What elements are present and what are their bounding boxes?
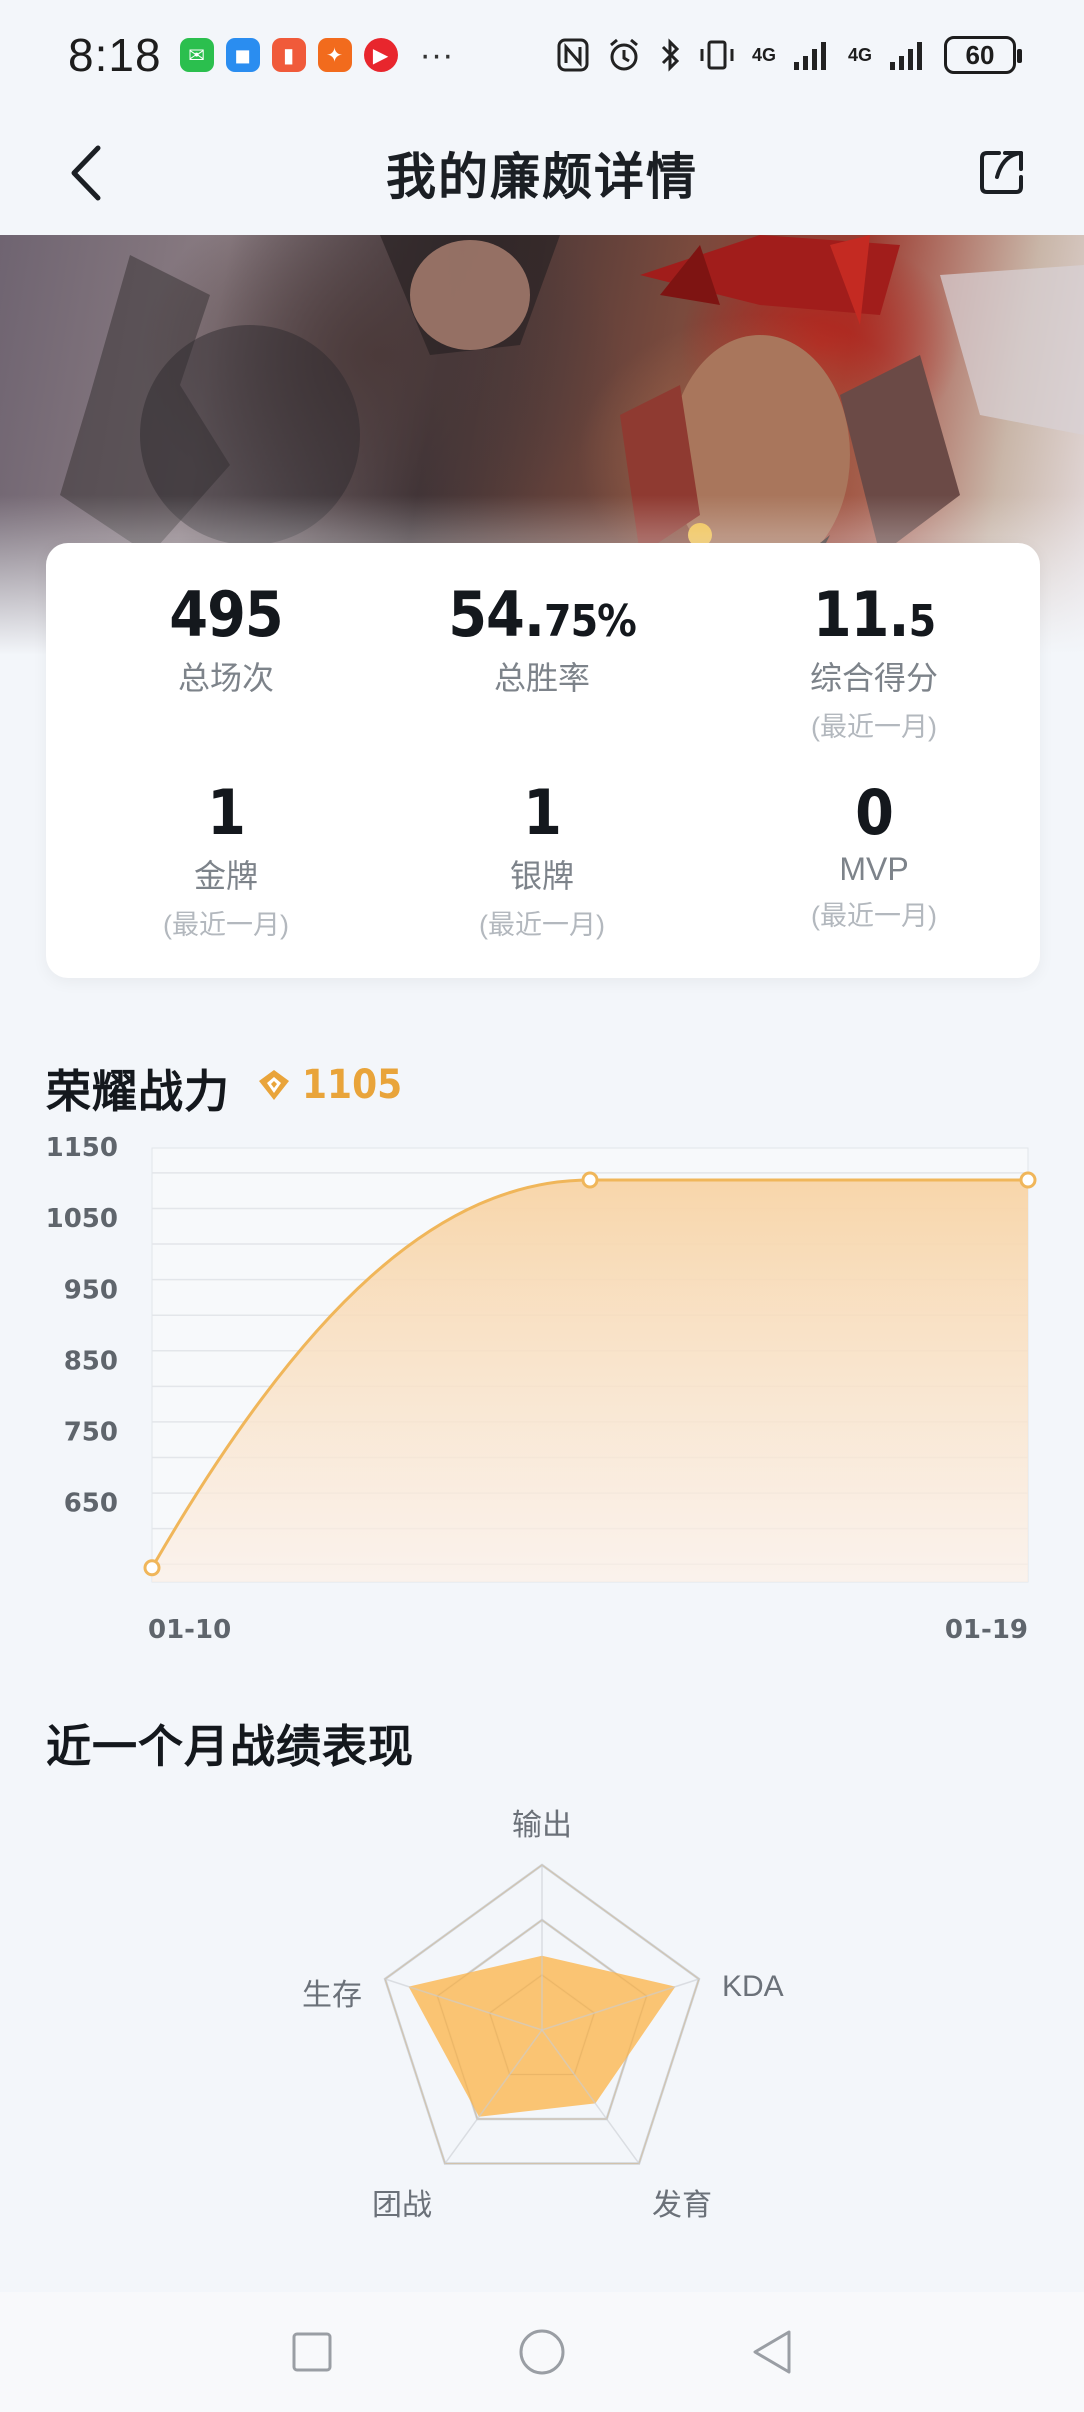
vibrate-icon: [700, 40, 734, 70]
video-app-icon: ▶: [363, 38, 398, 72]
radar-label-survival: 生存: [302, 1979, 362, 2012]
stat-label: 综合得分: [809, 660, 938, 696]
alarm-icon: [610, 38, 638, 71]
chart-data-point: [581, 1171, 599, 1189]
stat-label: MVP: [839, 851, 909, 887]
chart-x-axis: 01-10 01-19: [148, 1615, 1028, 1645]
stat-period: (最近一月): [163, 910, 289, 940]
app-notification-icon: ▮: [271, 38, 306, 72]
stat-value: 1: [523, 776, 562, 849]
chart-y-tick-label: 1150: [46, 1133, 118, 1163]
stat-gold-medal: 1 金牌 (最近一月): [76, 776, 376, 942]
share-icon: [980, 151, 1023, 194]
chevron-left-icon: [71, 145, 101, 201]
stat-value: 54.75%: [448, 578, 637, 651]
message-icon: ◼: [225, 38, 260, 72]
radar-label-development: 发育: [652, 2189, 712, 2222]
chart-y-tick-label: 950: [64, 1275, 118, 1305]
status-time: 8:18: [68, 29, 162, 81]
power-section-title: 荣耀战力: [46, 1066, 231, 1117]
network-type-1: 4G: [751, 44, 776, 65]
stat-silver-medal: 1 银牌 (最近一月): [392, 776, 692, 942]
stat-win-rate: 54.75% 总胜率: [392, 578, 692, 699]
chart-y-tick-label: 750: [64, 1418, 118, 1448]
radar-label-teamfight: 团战: [372, 2189, 432, 2222]
stat-value: 495: [169, 578, 283, 651]
stat-label: 总场次: [177, 660, 274, 696]
power-badge: 1105: [256, 1062, 402, 1108]
home-icon: [519, 2329, 565, 2375]
stat-mvp: 0 MVP (最近一月): [724, 776, 1024, 933]
stat-overall-score: 11.5 综合得分 (最近一月): [724, 578, 1024, 744]
radar-label-output: 输出: [512, 1809, 572, 1842]
signal-icon-2: [890, 42, 922, 70]
stat-label: 银牌: [509, 858, 574, 894]
chart-y-tick-label: 650: [64, 1489, 118, 1519]
more-notifications-icon: ···: [419, 35, 454, 74]
chart-y-tick-label: 1050: [46, 1204, 118, 1234]
wechat-icon: ✉: [179, 38, 214, 72]
chart-y-tick-label: 850: [64, 1346, 118, 1376]
system-status-icons: 4G 4G 60: [556, 36, 1022, 74]
stat-value: 1: [207, 776, 246, 849]
back-icon: [753, 2330, 791, 2374]
stat-label: 金牌: [193, 858, 258, 894]
network-type-2: 4G: [847, 44, 872, 65]
stat-period: (最近一月): [811, 712, 937, 742]
status-bar: 8:18 ✉ ◼ ▮ ✦ ▶ ··· 4G 4G 60: [0, 0, 1084, 110]
stat-period: (最近一月): [479, 910, 605, 940]
power-trend-chart: 1150 1050 950 850 750 650 01-10 01-19: [46, 1133, 1037, 1645]
chart-x-tick-label: 01-10: [148, 1615, 231, 1645]
page-title: 我的廉颇详情: [386, 148, 698, 205]
battery-icon: 60: [944, 36, 1022, 74]
home-button[interactable]: [514, 2324, 570, 2380]
stat-period: (最近一月): [811, 901, 937, 931]
notification-icons: ✉ ◼ ▮ ✦ ▶ ···: [179, 35, 454, 75]
share-button[interactable]: [972, 142, 1032, 202]
shopping-app-icon: ✦: [317, 38, 352, 72]
bluetooth-icon: [661, 38, 680, 72]
performance-radar-chart: 输出 KDA 发育 团战 生存: [262, 1800, 822, 2230]
chart-y-axis: 1150 1050 950 850 750 650: [46, 1133, 118, 1519]
stat-total-matches: 495 总场次: [76, 578, 376, 699]
radar-label-kda: KDA: [722, 1970, 784, 2003]
power-rank-icon: [259, 1070, 289, 1100]
chart-x-tick-label: 01-19: [945, 1615, 1028, 1645]
radar-svg: [383, 1863, 701, 2165]
chart-data-point: [143, 1559, 161, 1577]
power-value: 1105: [302, 1062, 403, 1108]
performance-section-title: 近一个月战绩表现: [46, 1721, 415, 1772]
stats-card: 495 总场次 54.75% 总胜率 11.5 综合得分 (最近一月) 1 金牌…: [46, 543, 1040, 978]
chart-data-point: [1019, 1171, 1037, 1189]
stat-value: 0: [855, 776, 894, 849]
recent-apps-icon: [292, 2332, 332, 2372]
stat-label: 总胜率: [493, 660, 590, 696]
system-nav-bar: [0, 2292, 1084, 2412]
header: 我的廉颇详情: [0, 110, 1084, 235]
back-button[interactable]: [56, 140, 116, 206]
recent-apps-button[interactable]: [284, 2324, 340, 2380]
nfc-icon: [557, 38, 589, 72]
signal-icon-1: [793, 42, 826, 70]
back-nav-button[interactable]: [744, 2324, 800, 2380]
stat-value: 11.5: [812, 578, 936, 651]
